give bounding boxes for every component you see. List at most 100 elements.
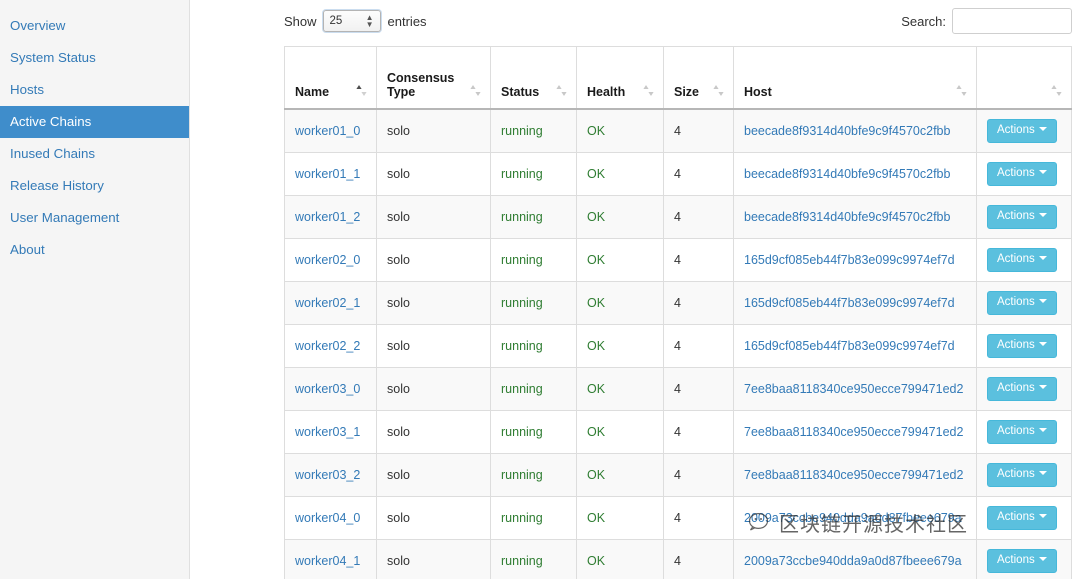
actions-button-label: Actions bbox=[997, 467, 1035, 480]
cell-consensus-type-value: solo bbox=[387, 510, 410, 525]
cell-host: 165d9cf085eb44f7b83e099c9974ef7d bbox=[733, 323, 977, 367]
cell-host-value[interactable]: beecade8f9314d40bfe9c9f4570c2fbb bbox=[744, 124, 950, 138]
column-header-actions[interactable] bbox=[976, 46, 1072, 110]
actions-button-label: Actions bbox=[997, 123, 1035, 136]
table-row: worker01_1 solo running OK 4 beecade8f9314d40… bbox=[284, 151, 1072, 195]
cell-host-value[interactable]: beecade8f9314d40bfe9c9f4570c2fbb bbox=[744, 167, 950, 181]
cell-name-value[interactable]: worker02_2 bbox=[295, 339, 360, 353]
cell-consensus-type-value: solo bbox=[387, 252, 410, 267]
actions-button[interactable]: Actions bbox=[987, 462, 1057, 487]
cell-name-value[interactable]: worker04_0 bbox=[295, 511, 360, 525]
sidebar-item-release-history[interactable]: Release History bbox=[0, 170, 189, 202]
sidebar-item-about[interactable]: About bbox=[0, 234, 189, 266]
cell-name: worker01_0 bbox=[284, 108, 377, 152]
cell-host-value[interactable]: 165d9cf085eb44f7b83e099c9974ef7d bbox=[744, 253, 955, 267]
sidebar-item-overview[interactable]: Overview bbox=[0, 10, 189, 42]
cell-name: worker02_2 bbox=[284, 323, 377, 367]
cell-health: OK bbox=[576, 366, 664, 410]
actions-button-label: Actions bbox=[997, 252, 1035, 265]
cell-size-value: 4 bbox=[674, 381, 681, 396]
cell-name-value[interactable]: worker02_1 bbox=[295, 296, 360, 310]
cell-status: running bbox=[490, 237, 577, 281]
sidebar-item-system-status[interactable]: System Status bbox=[0, 42, 189, 74]
actions-button-label: Actions bbox=[997, 424, 1035, 437]
cell-host-value[interactable]: 7ee8baa8118340ce950ecce799471ed2 bbox=[744, 425, 963, 439]
table-row: worker03_2 solo running OK 4 7ee8baa8118340ce… bbox=[284, 452, 1072, 496]
cell-health: OK bbox=[576, 409, 664, 453]
cell-host-value[interactable]: 2009a73ccbe940dda9a0d87fbeee679a bbox=[744, 511, 962, 525]
caret-down-icon bbox=[1038, 514, 1047, 519]
cell-host: 165d9cf085eb44f7b83e099c9974ef7d bbox=[733, 280, 977, 324]
actions-button[interactable]: Actions bbox=[987, 204, 1057, 229]
table-row: worker03_0 solo running OK 4 7ee8baa8118340ce… bbox=[284, 366, 1072, 410]
cell-consensus-type: solo bbox=[376, 495, 491, 539]
page-length-select[interactable]: 25 ▲ ▼ bbox=[322, 10, 381, 32]
column-header-consensus-type[interactable]: Consensus Type bbox=[376, 46, 491, 110]
sort-both-icon bbox=[470, 84, 481, 97]
cell-health-value: OK bbox=[587, 338, 606, 353]
cell-name-value[interactable]: worker03_2 bbox=[295, 468, 360, 482]
sort-ascending-icon bbox=[356, 84, 367, 97]
cell-host-value[interactable]: 2009a73ccbe940dda9a0d87fbeee679a bbox=[744, 554, 962, 568]
column-label-size: Size bbox=[674, 84, 700, 99]
cell-consensus-type-value: solo bbox=[387, 424, 410, 439]
column-header-name[interactable]: Name bbox=[284, 46, 377, 110]
actions-button[interactable]: Actions bbox=[987, 505, 1057, 530]
cell-status: running bbox=[490, 323, 577, 367]
cell-host-value[interactable]: 165d9cf085eb44f7b83e099c9974ef7d bbox=[744, 296, 955, 310]
cell-consensus-type: solo bbox=[376, 194, 491, 238]
caret-down-icon bbox=[1038, 256, 1047, 261]
actions-button[interactable]: Actions bbox=[987, 419, 1057, 444]
sidebar-item-active-chains[interactable]: Active Chains bbox=[0, 106, 189, 138]
cell-health-value: OK bbox=[587, 123, 606, 138]
actions-button[interactable]: Actions bbox=[987, 333, 1057, 358]
cell-health-value: OK bbox=[587, 252, 606, 267]
actions-button[interactable]: Actions bbox=[987, 161, 1057, 186]
cell-name-value[interactable]: worker01_2 bbox=[295, 210, 360, 224]
cell-size: 4 bbox=[663, 409, 734, 453]
cell-name-value[interactable]: worker03_0 bbox=[295, 382, 360, 396]
cell-name: worker04_0 bbox=[284, 495, 377, 539]
sidebar-item-inused-chains[interactable]: Inused Chains bbox=[0, 138, 189, 170]
cell-health-value: OK bbox=[587, 209, 606, 224]
cell-name-value[interactable]: worker02_0 bbox=[295, 253, 360, 267]
cell-name-value[interactable]: worker03_1 bbox=[295, 425, 360, 439]
table-row: worker02_1 solo running OK 4 165d9cf085eb44f7… bbox=[284, 280, 1072, 324]
cell-size: 4 bbox=[663, 151, 734, 195]
sidebar: Overview System Status Hosts Active Chai… bbox=[0, 0, 190, 579]
table-row: worker04_1 solo running OK 4 2009a73ccbe940dd… bbox=[284, 538, 1072, 579]
sidebar-item-user-management[interactable]: User Management bbox=[0, 202, 189, 234]
cell-name-value[interactable]: worker01_1 bbox=[295, 167, 360, 181]
actions-button[interactable]: Actions bbox=[987, 376, 1057, 401]
cell-host-value[interactable]: 165d9cf085eb44f7b83e099c9974ef7d bbox=[744, 339, 955, 353]
column-header-size[interactable]: Size bbox=[663, 46, 734, 110]
cell-health: OK bbox=[576, 538, 664, 579]
actions-button-label: Actions bbox=[997, 166, 1035, 179]
cell-consensus-type: solo bbox=[376, 280, 491, 324]
cell-name: worker03_1 bbox=[284, 409, 377, 453]
cell-consensus-type-value: solo bbox=[387, 467, 410, 482]
actions-button[interactable]: Actions bbox=[987, 247, 1057, 272]
column-header-health[interactable]: Health bbox=[576, 46, 664, 110]
cell-size-value: 4 bbox=[674, 424, 681, 439]
cell-name-value[interactable]: worker01_0 bbox=[295, 124, 360, 138]
column-header-status[interactable]: Status bbox=[490, 46, 577, 110]
cell-status-value: running bbox=[501, 252, 543, 267]
sidebar-item-hosts[interactable]: Hosts bbox=[0, 74, 189, 106]
cell-host-value[interactable]: 7ee8baa8118340ce950ecce799471ed2 bbox=[744, 468, 963, 482]
cell-name-value[interactable]: worker04_1 bbox=[295, 554, 360, 568]
cell-size: 4 bbox=[663, 538, 734, 579]
cell-size-value: 4 bbox=[674, 467, 681, 482]
search-input[interactable] bbox=[952, 8, 1072, 34]
sort-both-icon bbox=[713, 84, 724, 97]
page-length-control: Show 25 ▲ ▼ entries bbox=[284, 10, 427, 32]
cell-consensus-type: solo bbox=[376, 237, 491, 281]
cell-actions: Actions bbox=[976, 323, 1072, 367]
actions-button[interactable]: Actions bbox=[987, 290, 1057, 315]
cell-host-value[interactable]: 7ee8baa8118340ce950ecce799471ed2 bbox=[744, 382, 963, 396]
cell-host-value[interactable]: beecade8f9314d40bfe9c9f4570c2fbb bbox=[744, 210, 950, 224]
cell-name: worker03_2 bbox=[284, 452, 377, 496]
column-header-host[interactable]: Host bbox=[733, 46, 977, 110]
actions-button[interactable]: Actions bbox=[987, 548, 1057, 573]
actions-button[interactable]: Actions bbox=[987, 118, 1057, 143]
